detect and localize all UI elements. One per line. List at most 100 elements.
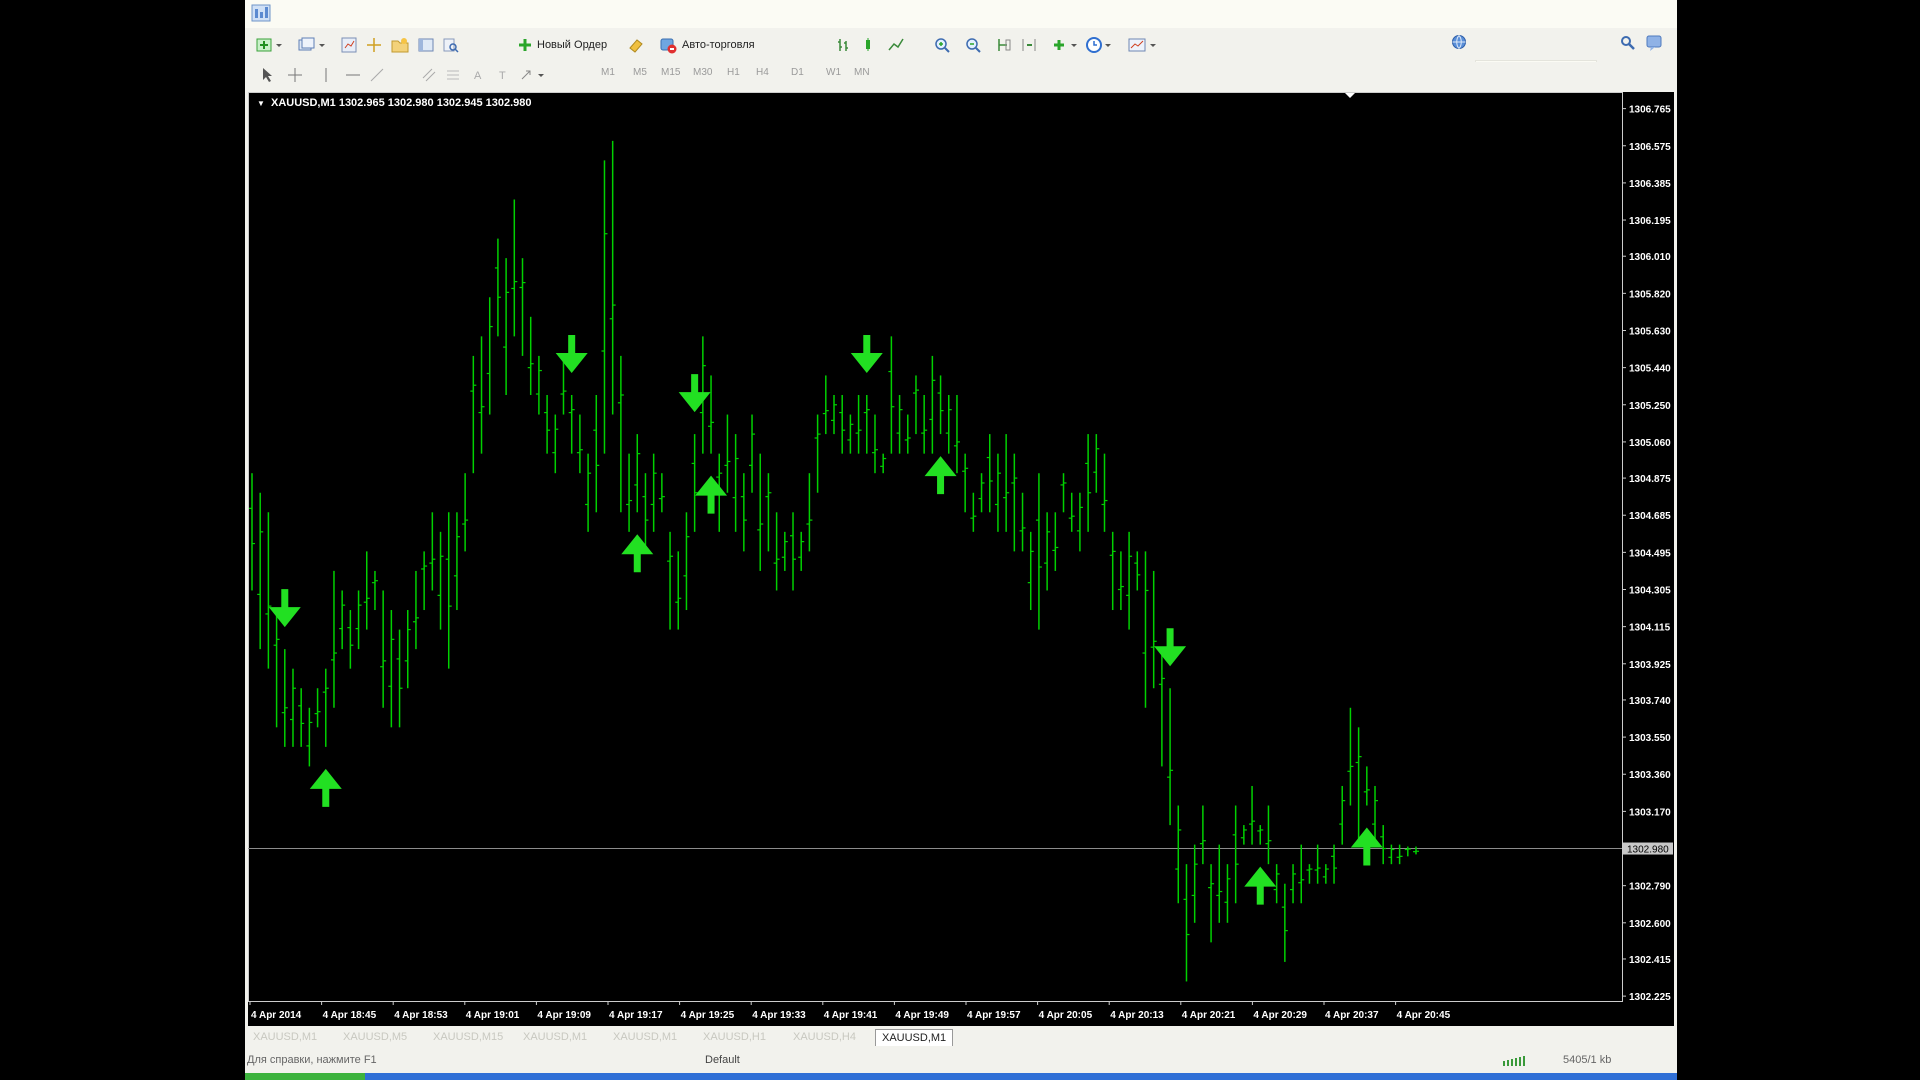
- crosshair-tool-icon[interactable]: [287, 67, 303, 83]
- metaeditor-button[interactable]: [627, 32, 645, 58]
- chart-shift-button[interactable]: [1020, 32, 1038, 58]
- start-button-edge[interactable]: [245, 1073, 365, 1080]
- line-chart-button[interactable]: [887, 32, 905, 58]
- x-tick-label: 4 Apr 19:09: [537, 1010, 591, 1021]
- svg-text:T: T: [499, 70, 506, 82]
- chart-tab[interactable]: XAUUSD,M1: [247, 1029, 323, 1045]
- chart-tab[interactable]: XAUUSD,M5: [337, 1029, 413, 1045]
- templates-button[interactable]: [1127, 32, 1159, 58]
- globe-icon[interactable]: [1451, 34, 1467, 50]
- metaeditor-icon: [629, 39, 643, 53]
- tf-m15[interactable]: M15: [661, 67, 680, 78]
- horizontal-line-icon[interactable]: [345, 67, 361, 83]
- app-icon: [251, 4, 271, 22]
- label-tool-icon[interactable]: T: [496, 67, 510, 83]
- y-tick-label: 1305.250: [1629, 401, 1671, 412]
- chart-tab[interactable]: XAUUSD,M1: [517, 1029, 593, 1045]
- y-tick-label: 1302.790: [1629, 882, 1671, 893]
- chart-header: ▼ XAUUSD,M1 1302.965 1302.980 1302.945 1…: [257, 97, 532, 109]
- vertical-line-icon[interactable]: [321, 67, 331, 83]
- trendline-icon[interactable]: [369, 67, 385, 83]
- status-connection: 5405/1 kb: [1563, 1054, 1612, 1066]
- x-tick-label: 4 Apr 20:21: [1182, 1010, 1236, 1021]
- cursor-icon[interactable]: [261, 67, 275, 83]
- profiles-button[interactable]: [297, 32, 327, 58]
- fibonacci-icon[interactable]: [445, 67, 461, 83]
- chart-window[interactable]: 1306.765 1306.575 1306.385 1306.195 1306.010…: [248, 92, 1674, 1026]
- y-tick-label: 1302.600: [1629, 919, 1671, 930]
- y-tick-label: 1306.195: [1629, 216, 1671, 227]
- tf-m1[interactable]: M1: [601, 67, 615, 78]
- chart-tab[interactable]: XAUUSD,H1: [697, 1029, 772, 1045]
- tf-w1[interactable]: W1: [826, 67, 841, 78]
- tf-mn[interactable]: MN: [854, 67, 870, 78]
- current-price-label: 1302.980: [1627, 845, 1669, 856]
- y-tick-label: 1302.225: [1629, 992, 1671, 1003]
- zoom-in-button[interactable]: [933, 32, 951, 58]
- tf-d1[interactable]: D1: [791, 67, 804, 78]
- zoom-in-icon: [935, 38, 950, 53]
- svg-text:A: A: [474, 70, 482, 82]
- tf-h4[interactable]: H4: [756, 67, 769, 78]
- terminal-window: Новый Ордер Авто-торговля A T M1 M5 M15 …: [245, 0, 1677, 1080]
- new-order-button[interactable]: Новый Ордер: [517, 32, 607, 58]
- tf-m30[interactable]: M30: [693, 67, 712, 78]
- y-tick-label: 1306.575: [1629, 142, 1671, 153]
- x-tick-label: 4 Apr 19:49: [895, 1010, 949, 1021]
- indicators-button[interactable]: [1051, 32, 1081, 58]
- y-tick-label: 1306.385: [1629, 179, 1671, 190]
- status-bar: Для справки, нажмите F1 Default 5405/1 k…: [245, 1050, 1677, 1072]
- x-tick-label: 4 Apr 18:53: [394, 1010, 448, 1021]
- terminal-icon: [418, 38, 434, 52]
- x-tick-label: 4 Apr 20:29: [1253, 1010, 1307, 1021]
- y-tick-label: 1302.415: [1629, 955, 1671, 966]
- zoom-out-icon: [966, 38, 981, 53]
- indicators-icon: [1054, 40, 1077, 50]
- new-chart-button[interactable]: [255, 32, 283, 58]
- y-tick-label: 1303.170: [1629, 807, 1671, 818]
- price-chart[interactable]: 1306.765 1306.575 1306.385 1306.195 1306.010…: [248, 92, 1674, 1026]
- navigator-button[interactable]: [390, 32, 410, 58]
- tf-m5[interactable]: M5: [633, 67, 647, 78]
- x-tick-label: 4 Apr 19:57: [967, 1010, 1021, 1021]
- x-tick-label: 4 Apr 20:05: [1039, 1010, 1093, 1021]
- tile-windows-icon: [998, 39, 1011, 51]
- chat-icon[interactable]: [1645, 34, 1663, 52]
- y-tick-label: 1305.440: [1629, 364, 1671, 375]
- y-tick-label: 1306.010: [1629, 252, 1671, 263]
- crosshair-icon: [367, 38, 381, 52]
- chart-header-text: XAUUSD,M1 1302.965 1302.980 1302.945 130…: [270, 97, 532, 109]
- collapse-arrow-icon[interactable]: ▼: [257, 99, 265, 108]
- x-tick-label: 4 Apr 19:25: [681, 1010, 735, 1021]
- new-chart-icon: [256, 38, 282, 52]
- x-tick-label: 4 Apr 19:17: [609, 1010, 663, 1021]
- channel-icon[interactable]: [421, 67, 437, 83]
- search-icon[interactable]: [1620, 35, 1636, 51]
- tile-windows-button[interactable]: [995, 32, 1013, 58]
- y-tick-label: 1304.685: [1629, 511, 1671, 522]
- chart-tab[interactable]: XAUUSD,H4: [787, 1029, 862, 1045]
- terminal-button[interactable]: [417, 32, 435, 58]
- new-order-icon: [519, 39, 531, 51]
- new-order-label: Новый Ордер: [537, 39, 608, 51]
- connection-bars-icon: [1503, 1056, 1525, 1066]
- chart-tab[interactable]: XAUUSD,M15: [427, 1029, 509, 1045]
- chart-tab[interactable]: XAUUSD,M1: [875, 1029, 954, 1046]
- status-help-text: Для справки, нажмите F1: [247, 1054, 377, 1066]
- zoom-out-button[interactable]: [964, 32, 982, 58]
- bar-chart-button[interactable]: [835, 32, 853, 58]
- chart-tab[interactable]: XAUUSD,M1: [607, 1029, 683, 1045]
- tf-h1[interactable]: H1: [727, 67, 740, 78]
- folder-star-icon: [391, 38, 409, 53]
- arrows-tool-icon[interactable]: [520, 67, 548, 83]
- auto-trading-button[interactable]: Авто-торговля: [658, 32, 755, 58]
- candlesticks-button[interactable]: [861, 32, 879, 58]
- data-window-button[interactable]: [365, 32, 383, 58]
- strategy-tester-button[interactable]: [442, 32, 460, 58]
- market-watch-button[interactable]: [340, 32, 358, 58]
- y-tick-label: 1305.060: [1629, 438, 1671, 449]
- periods-button[interactable]: [1085, 32, 1115, 58]
- title-bar[interactable]: [245, 0, 1677, 28]
- y-tick-label: 1304.305: [1629, 586, 1671, 597]
- text-tool-icon[interactable]: A: [471, 67, 485, 83]
